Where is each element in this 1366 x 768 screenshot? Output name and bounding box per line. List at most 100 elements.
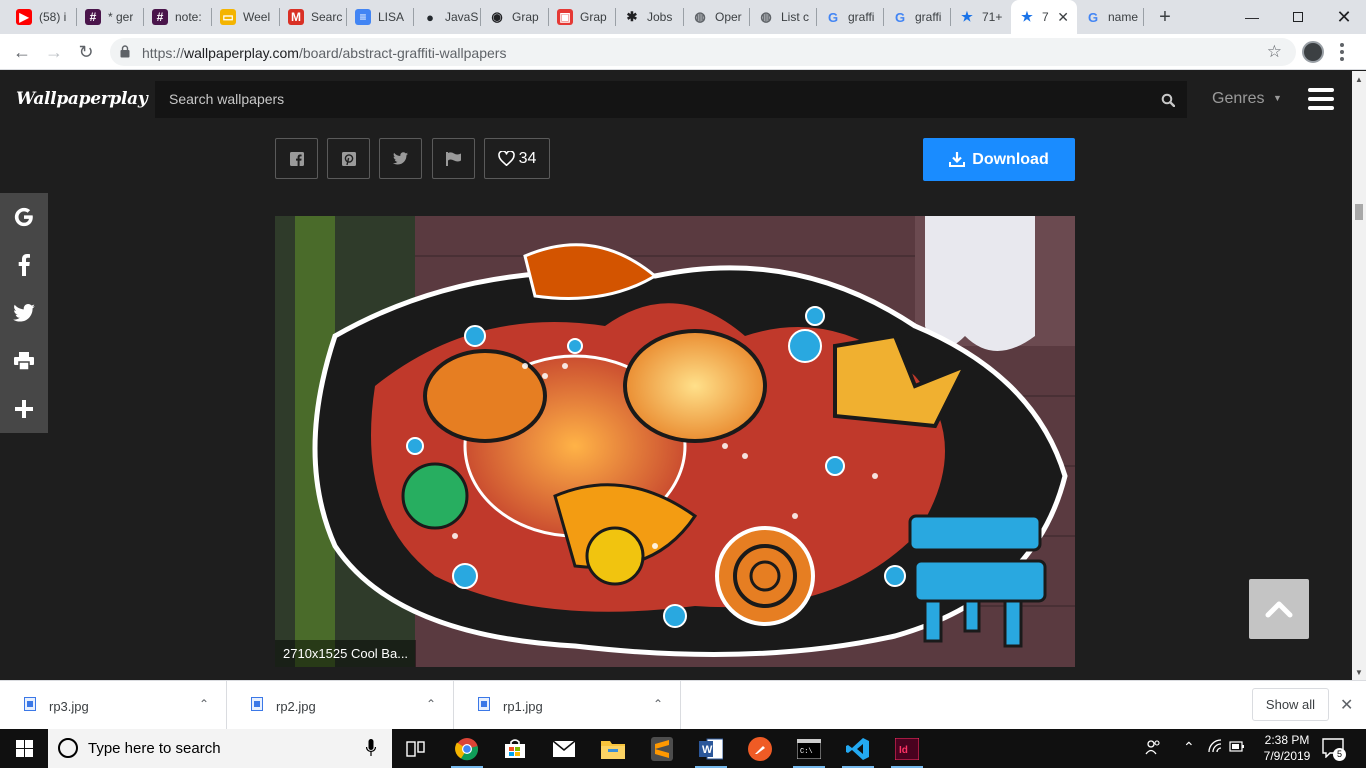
like-count: 34	[518, 149, 537, 167]
print-button[interactable]	[0, 337, 48, 385]
like-button[interactable]: 34	[484, 138, 550, 179]
github-icon: ●	[426, 9, 434, 25]
download-filename: rp2.jpg	[276, 699, 316, 714]
chevron-up-icon[interactable]: ⌃	[1183, 739, 1195, 756]
jobs-icon: ✱	[626, 9, 638, 24]
chevron-up-icon[interactable]: ⌃	[653, 697, 663, 711]
browser-tab[interactable]: Ggraffi	[884, 0, 951, 34]
profile-avatar[interactable]	[1302, 41, 1324, 63]
chrome-menu-icon[interactable]	[1338, 41, 1346, 63]
site-logo[interactable]: Wallpaperplay	[16, 89, 148, 109]
download-shelf: rp3.jpg ⌃ rp2.jpg ⌃ rp1.jpg ⌃ Show all ✕	[0, 680, 1366, 729]
scroll-down-arrow-icon[interactable]: ▼	[1355, 668, 1363, 677]
browser-tab[interactable]: ◍ List c	[750, 0, 817, 34]
browser-tab[interactable]: ● JavaS	[414, 0, 481, 34]
address-bar[interactable]: https://wallpaperplay.com/board/abstract…	[110, 38, 1296, 66]
plus-icon	[15, 400, 33, 418]
browser-tab[interactable]: ▶ (58) i	[8, 0, 77, 34]
report-button[interactable]	[432, 138, 475, 179]
share-twitter-side-button[interactable]	[0, 289, 48, 337]
browser-tab[interactable]: # note:	[144, 0, 212, 34]
browser-tab[interactable]: Gname	[1077, 0, 1144, 34]
chevron-up-icon[interactable]: ⌃	[199, 697, 209, 711]
task-view-icon[interactable]	[392, 729, 440, 768]
more-share-button[interactable]	[0, 385, 48, 433]
tab-title: 71+	[982, 10, 1003, 24]
share-pinterest-button[interactable]	[327, 138, 370, 179]
forward-button[interactable]: →	[42, 40, 66, 64]
heart-icon	[497, 151, 515, 166]
share-facebook-side-button[interactable]	[0, 241, 48, 289]
indesign-taskbar-icon[interactable]: Id	[883, 729, 931, 768]
wifi-icon[interactable]	[1207, 739, 1223, 756]
new-tab-button[interactable]: +	[1154, 6, 1176, 28]
chevron-up-icon[interactable]: ⌃	[426, 697, 436, 711]
docs-icon: ≡	[355, 9, 371, 25]
vscode-taskbar-icon[interactable]	[834, 729, 882, 768]
search-bar	[155, 81, 1187, 118]
browser-tab[interactable]: ★ 71+	[951, 0, 1011, 34]
minimize-button[interactable]: —	[1229, 0, 1275, 34]
slack-icon: #	[85, 9, 101, 25]
image-file-icon	[24, 697, 36, 711]
sublime-text-taskbar-icon[interactable]	[638, 729, 686, 768]
microphone-icon[interactable]	[366, 739, 376, 757]
share-facebook-button[interactable]	[275, 138, 318, 179]
slack-icon: #	[152, 9, 168, 25]
image-file-icon	[478, 697, 490, 711]
postman-taskbar-icon[interactable]	[736, 729, 784, 768]
facebook-icon	[18, 254, 30, 276]
browser-tab[interactable]: ✱ Jobs	[616, 0, 684, 34]
browser-toolbar: ← → ↻ https://wallpaperplay.com/board/ab…	[0, 34, 1366, 70]
download-item[interactable]: rp2.jpg ⌃	[227, 681, 454, 729]
wallpaper-image[interactable]: 2710x1525 Cool Ba...	[275, 216, 1075, 667]
share-twitter-button[interactable]	[379, 138, 422, 179]
search-icon[interactable]	[1161, 93, 1175, 107]
back-button[interactable]: ←	[10, 40, 34, 64]
back-to-top-button[interactable]	[1249, 579, 1309, 639]
twitter-icon	[393, 152, 408, 165]
browser-tab[interactable]: M Searc	[280, 0, 347, 34]
scroll-up-arrow-icon[interactable]: ▲	[1355, 75, 1363, 84]
hamburger-menu-icon[interactable]	[1308, 88, 1334, 110]
search-input[interactable]	[169, 91, 1069, 107]
download-item[interactable]: rp3.jpg ⌃	[0, 681, 227, 729]
gmail-icon: M	[288, 9, 304, 25]
browser-tab[interactable]: # * ger	[77, 0, 144, 34]
maximize-button[interactable]	[1275, 0, 1321, 34]
scrollbar-thumb[interactable]	[1355, 204, 1363, 220]
word-taskbar-icon[interactable]: W	[687, 729, 735, 768]
share-google-button[interactable]	[0, 193, 48, 241]
system-clock[interactable]: 2:38 PM 7/9/2019	[1256, 732, 1318, 764]
clock-date: 7/9/2019	[1263, 749, 1311, 763]
file-explorer-taskbar-icon[interactable]	[589, 729, 637, 768]
browser-tab[interactable]: ≡ LISA	[347, 0, 414, 34]
close-window-button[interactable]: ✕	[1321, 0, 1366, 34]
start-button[interactable]	[0, 729, 48, 768]
browser-tab[interactable]: ◍ Oper	[684, 0, 750, 34]
close-icon[interactable]: ✕	[1340, 695, 1353, 715]
browser-tab[interactable]: ▣ Grap	[549, 0, 616, 34]
tab-title: (58) i	[39, 10, 67, 24]
download-item[interactable]: rp1.jpg ⌃	[454, 681, 681, 729]
show-all-downloads-button[interactable]: Show all	[1252, 688, 1329, 721]
terminal-taskbar-icon[interactable]: C:\	[785, 729, 833, 768]
battery-icon[interactable]	[1229, 739, 1245, 756]
bookmark-star-icon[interactable]: ☆	[1267, 42, 1282, 62]
browser-tab[interactable]: ◉ Grap	[481, 0, 549, 34]
flag-icon	[446, 151, 461, 166]
people-icon[interactable]	[1145, 739, 1161, 758]
download-button[interactable]: Download	[923, 138, 1075, 181]
browser-tab[interactable]: ▭ Weel	[212, 0, 280, 34]
taskbar-search-box[interactable]: Type here to search	[48, 729, 392, 768]
page-scrollbar[interactable]: ▲ ▼	[1352, 71, 1366, 680]
reload-button[interactable]: ↻	[74, 40, 98, 64]
browser-tab[interactable]: Ggraffi	[817, 0, 884, 34]
genres-menu[interactable]: Genres	[1212, 90, 1264, 108]
mail-taskbar-icon[interactable]	[540, 729, 588, 768]
store-taskbar-icon[interactable]	[491, 729, 539, 768]
chrome-taskbar-icon[interactable]	[443, 729, 491, 768]
browser-tab[interactable]: ★ 7 ✕	[1011, 0, 1077, 34]
youtube-icon: ▶	[16, 9, 32, 25]
close-tab-icon[interactable]: ✕	[1057, 9, 1069, 26]
